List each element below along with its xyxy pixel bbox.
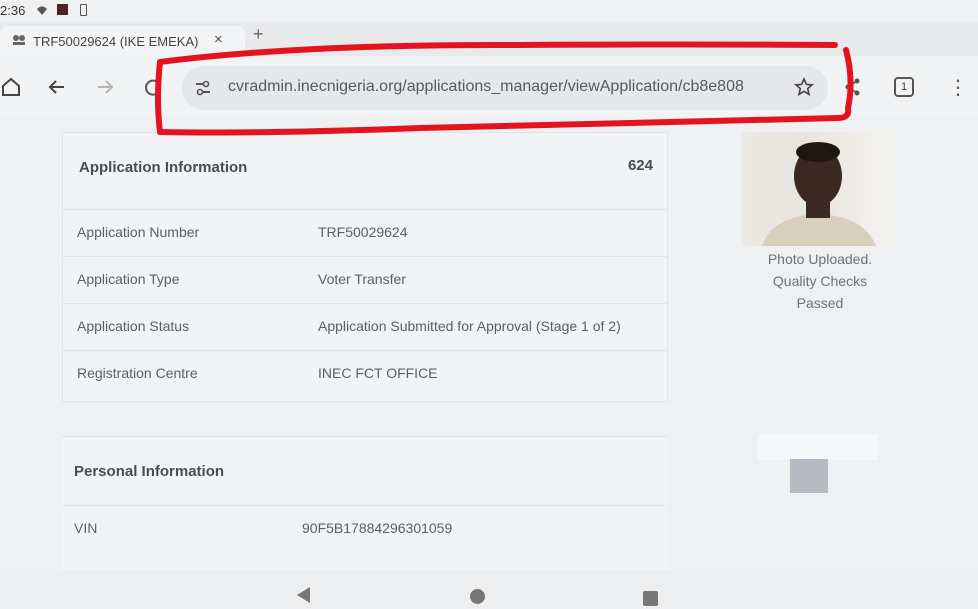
- close-tab-icon[interactable]: ×: [214, 31, 223, 48]
- personal-info-heading: Personal Information: [74, 463, 225, 480]
- applicant-photo: [742, 132, 895, 246]
- nav-home-icon[interactable]: [470, 589, 485, 604]
- tab-title: TRF50029624 (IKE EMEKA): [33, 34, 199, 49]
- browser-toolbar: cvradmin.inecnigeria.org/applications_ma…: [0, 56, 978, 118]
- nav-back-icon[interactable]: [297, 587, 310, 603]
- application-info-card: Application Information 624 Application …: [62, 132, 668, 402]
- reload-icon[interactable]: [142, 76, 164, 98]
- new-tab-icon[interactable]: +: [253, 24, 264, 45]
- row-value: Application Submitted for Approval (Stag…: [318, 318, 621, 334]
- info-row: Registration Centre INEC FCT OFFICE: [63, 350, 667, 397]
- row-label: Application Type: [77, 271, 180, 287]
- caption-line: Passed: [796, 295, 844, 311]
- caption-line: Photo Uploaded.: [767, 251, 873, 267]
- row-label: Registration Centre: [77, 365, 198, 381]
- nav-recents-icon[interactable]: [643, 591, 658, 606]
- share-icon[interactable]: [842, 76, 864, 98]
- personal-info-card: Personal Information VIN 90F5B1788429630…: [62, 436, 668, 570]
- tab-count-button[interactable]: 1: [894, 77, 914, 97]
- row-value: TRF50029624: [318, 224, 408, 240]
- application-info-heading: Application Information: [79, 159, 248, 176]
- page-content: Application Information 624 Application …: [0, 118, 978, 570]
- home-icon[interactable]: [0, 76, 22, 98]
- redacted-area: [758, 434, 878, 460]
- forward-arrow-icon[interactable]: [94, 76, 116, 98]
- back-arrow-icon[interactable]: [46, 76, 68, 98]
- notification-icon: [57, 4, 68, 15]
- more-menu-icon[interactable]: ⋮: [948, 78, 968, 98]
- wifi-icon: [37, 6, 47, 15]
- row-label: Application Number: [77, 224, 200, 240]
- battery-icon: [80, 4, 87, 16]
- status-bar: 2:36: [0, 0, 978, 22]
- info-row: Application Type Voter Transfer: [63, 256, 667, 303]
- row-value: INEC FCT OFFICE: [318, 365, 438, 381]
- info-row: VIN 90F5B17884296301059: [62, 505, 666, 552]
- application-number-badge: 624: [627, 157, 653, 174]
- site-settings-icon[interactable]: [194, 79, 212, 97]
- redacted-block: [790, 459, 828, 493]
- system-nav-bar: [0, 570, 978, 609]
- status-time: 2:36: [0, 3, 26, 18]
- row-label: Application Status: [77, 318, 190, 334]
- info-row: Application Number TRF50029624: [63, 209, 667, 256]
- person-silhouette-icon: [762, 142, 876, 246]
- site-favicon-icon: [13, 35, 25, 45]
- bookmark-star-icon[interactable]: [794, 77, 814, 97]
- photo-status-caption: Photo Uploaded. Quality Checks Passed: [742, 248, 898, 314]
- info-row: Application Status Application Submitted…: [63, 303, 667, 350]
- browser-tab[interactable]: TRF50029624 (IKE EMEKA) ×: [0, 26, 245, 56]
- tab-strip: TRF50029624 (IKE EMEKA) × +: [0, 22, 978, 56]
- caption-line: Quality Checks: [772, 273, 868, 289]
- row-label: VIN: [74, 520, 98, 536]
- row-value: Voter Transfer: [318, 271, 406, 287]
- row-value: 90F5B17884296301059: [302, 520, 453, 536]
- address-bar[interactable]: cvradmin.inecnigeria.org/applications_ma…: [182, 66, 828, 110]
- url-text[interactable]: cvradmin.inecnigeria.org/applications_ma…: [228, 78, 778, 96]
